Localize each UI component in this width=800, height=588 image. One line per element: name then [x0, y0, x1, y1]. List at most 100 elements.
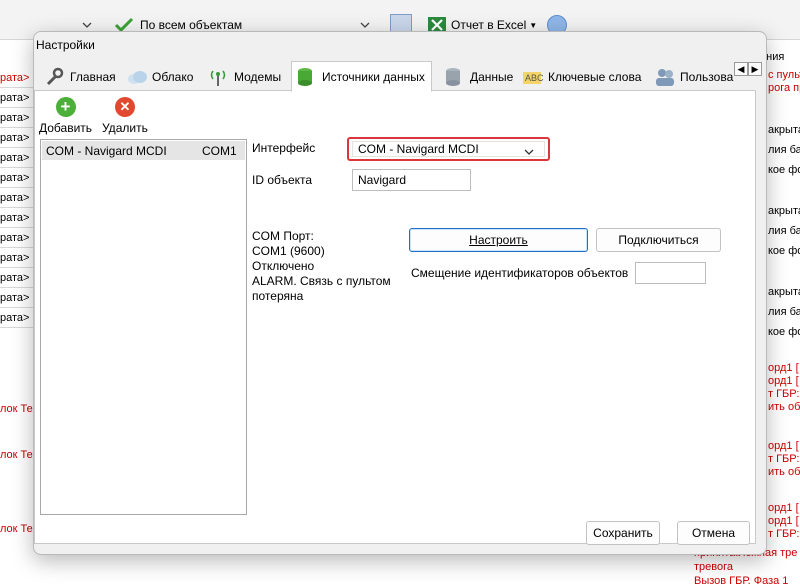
tab-label: Данные: [470, 70, 514, 84]
delete-button[interactable]: ✕ Удалить: [102, 97, 148, 135]
background-cell-text: т ГБР:: [768, 388, 800, 400]
background-cell-text: ить обр: [768, 401, 800, 413]
svg-text:ABC: ABC: [525, 73, 544, 83]
settings-dialog: Настройки Главная Облако Модемы Источник…: [33, 31, 767, 555]
object-id-field[interactable]: Navigard: [352, 169, 471, 191]
source-port: COM1: [202, 143, 237, 158]
add-button[interactable]: + Добавить: [39, 97, 92, 135]
background-row: лок Тех: [0, 523, 34, 535]
background-row: рата>: [0, 208, 34, 228]
interface-label: Интерфейс: [252, 141, 316, 155]
plus-icon: +: [55, 97, 76, 117]
background-cell-text: кое фо: [768, 164, 800, 176]
background-row: рата>: [0, 188, 34, 208]
background-cell-text: рога при: [768, 82, 800, 94]
background-row: рата>: [0, 228, 34, 248]
background-row: рата>: [0, 268, 34, 288]
list-item[interactable]: COM - Navigard MCDI COM1: [42, 141, 245, 160]
background-cell-text: лия ба: [768, 306, 800, 318]
status-line: ALARM. Связь с пультом потеряна: [252, 274, 391, 303]
background-cell-text: акрыта: [768, 205, 800, 217]
data-source-list[interactable]: COM - Navigard MCDI COM1: [40, 139, 247, 515]
tab-label: Пользова: [680, 70, 734, 84]
tab-label: Облако: [152, 70, 194, 84]
background-cell-text: ить обр: [768, 466, 800, 478]
background-row: рата>: [0, 128, 34, 148]
background-row: рата>: [0, 108, 34, 128]
tab-scroll-buttons: ◀ ▶: [734, 62, 762, 76]
tab-label: Главная: [70, 70, 116, 84]
configure-button[interactable]: Настроить: [409, 228, 588, 252]
background-left-column: рата> рата> рата> рата> рата> рата> рата> рата>…: [0, 40, 34, 588]
tab-users[interactable]: Пользова: [649, 63, 740, 91]
tab-data[interactable]: Данные: [439, 63, 520, 91]
status-line: COM Порт:: [252, 229, 314, 243]
interface-select-box: COM - Navigard MCDI: [352, 141, 545, 157]
keywords-icon: ABC: [522, 67, 544, 87]
status-line: Отключено: [252, 259, 315, 273]
tab-keywords[interactable]: ABC Ключевые слова: [517, 63, 648, 91]
background-cell-text: лия ба: [768, 225, 800, 237]
background-cell-text: орд1 [: [768, 440, 799, 452]
users-icon: [654, 67, 674, 87]
tab-scroll-right-button[interactable]: ▶: [748, 62, 762, 76]
background-row: лок Тех: [0, 403, 34, 415]
tab-label: Ключевые слова: [548, 70, 642, 84]
background-cell-text: лия ба: [768, 144, 800, 156]
background-filter-label: По всем объектам: [140, 18, 243, 32]
status-line: COM1 (9600): [252, 244, 325, 258]
antenna-icon: [208, 67, 228, 87]
chevron-down-icon: [524, 149, 534, 155]
connection-status-text: COM Порт: COM1 (9600) Отключено ALARM. С…: [252, 229, 402, 304]
dropdown-arrow-icon: ▼: [529, 20, 538, 30]
chevron-down-icon: [82, 22, 92, 28]
delete-icon: ✕: [114, 97, 135, 117]
background-cell-text: т ГБР:: [768, 528, 800, 540]
tab-scroll-left-button[interactable]: ◀: [734, 62, 748, 76]
tab-modems[interactable]: Модемы: [203, 63, 288, 91]
background-cell-text: т ГБР:: [768, 453, 800, 465]
tab-label: Источники данных: [322, 69, 425, 84]
background-cell-text: акрыта: [768, 124, 800, 136]
database-icon: [444, 67, 464, 87]
offset-field[interactable]: [635, 262, 706, 284]
interface-select[interactable]: COM - Navigard MCDI: [347, 137, 550, 161]
source-name: COM - Navigard MCDI: [46, 143, 167, 158]
background-row: рата>: [0, 148, 34, 168]
background-bottom-line: Вызов ГБР. Фаза 1: [694, 575, 789, 587]
background-row: рата>: [0, 308, 34, 328]
background-row: рата>: [0, 88, 34, 108]
database-green-icon: [296, 67, 316, 87]
configure-label: Настроить: [469, 233, 528, 247]
background-cell-text: орд1 [: [768, 362, 799, 374]
background-cell-text: орд1 [: [768, 375, 799, 387]
background-cell-text: акрыта: [768, 286, 800, 298]
background-cell-text: с пульт: [768, 69, 800, 81]
chevron-down-icon: [360, 22, 370, 28]
background-cell-text: кое фо: [768, 245, 800, 257]
tab-main[interactable]: Главная: [39, 63, 123, 91]
dialog-title: Настройки: [36, 38, 95, 52]
tab-strip: Главная Облако Модемы Источники данных Д…: [39, 61, 763, 92]
background-cell-text: орд1 [: [768, 515, 799, 527]
background-bottom-line: тревога: [694, 561, 733, 573]
background-cell-text: кое фо: [768, 326, 800, 338]
background-row: рата>: [0, 168, 34, 188]
interface-value: COM - Navigard MCDI: [358, 142, 479, 156]
connect-button[interactable]: Подключиться: [596, 228, 721, 252]
offset-label: Смещение идентификаторов объектов: [411, 266, 629, 280]
cloud-icon: [126, 67, 147, 87]
data-sources-panel: + Добавить ✕ Удалить COM - Navigard MCDI…: [34, 90, 756, 545]
tab-label: Модемы: [234, 70, 282, 84]
tab-cloud[interactable]: Облако: [121, 63, 200, 91]
background-row: рата>: [0, 288, 34, 308]
cancel-button[interactable]: Отмена: [677, 521, 750, 545]
object-id-label: ID объекта: [252, 173, 313, 187]
wrench-icon: [44, 67, 64, 87]
add-label: Добавить: [39, 121, 93, 135]
tab-data-sources[interactable]: Источники данных: [291, 61, 432, 92]
delete-label: Удалить: [102, 121, 148, 135]
background-row: лок Тех: [0, 449, 34, 461]
background-row: рата>: [0, 68, 34, 88]
save-button[interactable]: Сохранить: [586, 521, 660, 545]
